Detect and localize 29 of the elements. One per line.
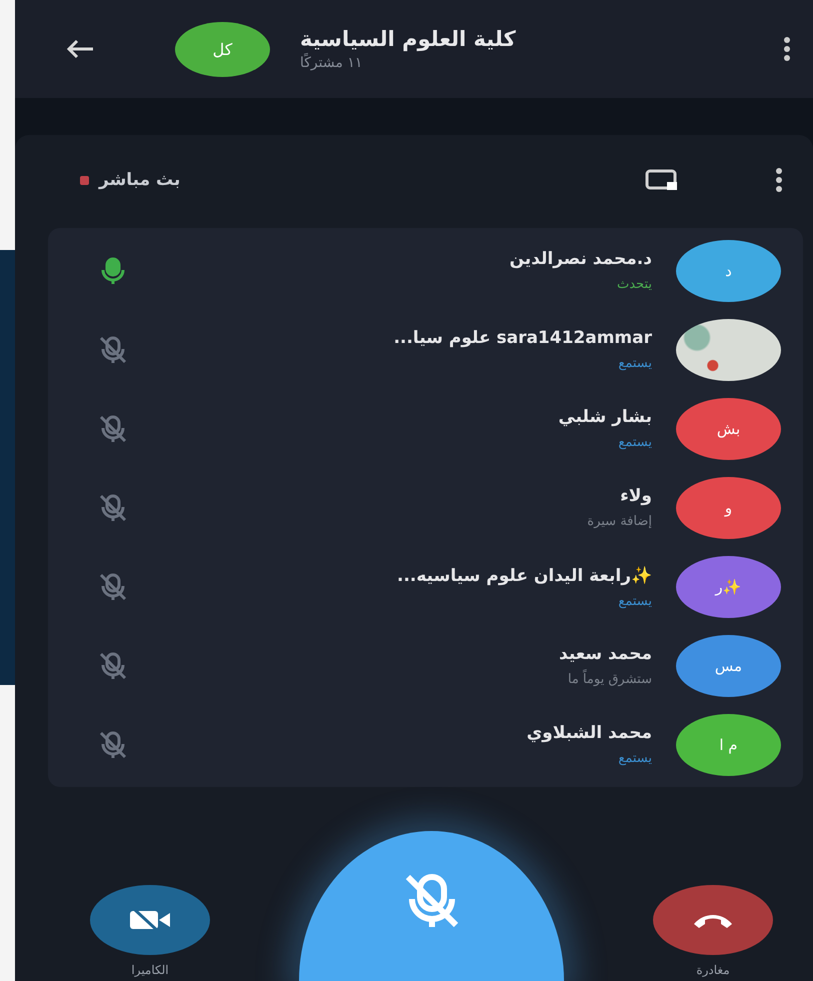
participant-count: ١١ مشتركًا bbox=[300, 55, 362, 71]
participant-status: يستمع bbox=[618, 594, 652, 608]
participant-name: ✨رابعة اليدان علوم سياسيه... bbox=[396, 564, 652, 586]
participant-status: يستمع bbox=[618, 356, 652, 371]
participant-name: ولاء bbox=[620, 486, 652, 506]
participant-status: إضافة سيرة bbox=[587, 514, 652, 529]
live-label: بث مباشر bbox=[99, 170, 180, 190]
more-menu-icon[interactable] bbox=[775, 167, 783, 193]
avatar-initials: و bbox=[724, 498, 732, 516]
more-menu-icon[interactable] bbox=[783, 36, 791, 62]
avatar-initials: م ا bbox=[719, 736, 738, 754]
avatar-initials: بش bbox=[716, 420, 740, 438]
participant-name: محمد الشبلاوي bbox=[526, 723, 652, 743]
avatar-initials: مس bbox=[714, 656, 742, 674]
participant-name: محمد سعيد bbox=[559, 644, 652, 664]
participant-name: د.محمد نصرالدين bbox=[509, 249, 652, 269]
participant-status: يستمع bbox=[618, 751, 652, 766]
camera-label: الكاميرا bbox=[131, 963, 169, 977]
avatar-initials: ر✨ bbox=[715, 578, 742, 596]
participant-name: بشار شلبي bbox=[558, 407, 652, 427]
participant-name: sara1412ammar علوم سيا... bbox=[394, 328, 652, 348]
back-arrow-icon[interactable] bbox=[65, 39, 95, 59]
participant-status: يستمع bbox=[618, 435, 652, 450]
avatar-initials: د bbox=[725, 262, 732, 280]
group-title: كلية العلوم السياسية bbox=[300, 27, 516, 51]
screen-share-icon[interactable] bbox=[645, 168, 679, 192]
leave-label: مغادرة bbox=[696, 963, 730, 977]
avatar-initials: كل bbox=[212, 40, 232, 58]
participant-status: يتحدث bbox=[617, 277, 652, 292]
